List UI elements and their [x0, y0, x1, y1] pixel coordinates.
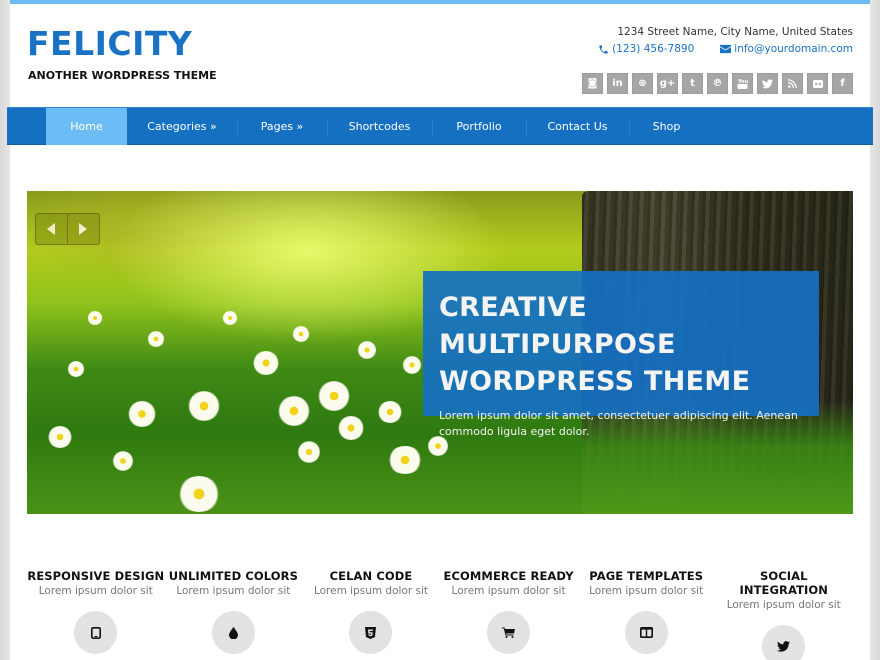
feature-title: CELAN CODE: [329, 569, 413, 583]
twitter-icon[interactable]: [757, 73, 778, 94]
feature-subtitle: Lorem ipsum dolor sit: [726, 599, 841, 611]
google-plus-icon[interactable]: g+: [657, 73, 678, 94]
slider-next-button[interactable]: [68, 214, 99, 244]
dribbble-icon[interactable]: ⊛: [632, 73, 653, 94]
envelope-icon: [720, 44, 732, 55]
feature-icon-circle[interactable]: [762, 625, 806, 660]
features-row: RESPONSIVE DESIGN Lorem ipsum dolor sit …: [27, 569, 853, 660]
feature-icon-circle[interactable]: [74, 611, 118, 654]
flickr-icon[interactable]: [807, 73, 828, 94]
hero-title-line1: CREATIVE MULTIPURPOSE: [439, 292, 676, 360]
header-address: 1234 Street Name, City Name, United Stat…: [617, 26, 853, 38]
nav-item-shop[interactable]: Shop: [629, 108, 704, 145]
tablet-icon: [90, 626, 101, 639]
hero-image-flower: [187, 391, 221, 421]
email-address: info@yourdomain.com: [734, 43, 853, 55]
youtube-icon[interactable]: You: [732, 73, 753, 94]
email-link[interactable]: info@yourdomain.com: [720, 43, 853, 55]
phone-number: (123) 456-7890: [612, 43, 695, 55]
feature-icon-circle[interactable]: [349, 611, 393, 654]
columns-icon: [639, 627, 653, 638]
hero-image-flower: [277, 396, 311, 426]
hero-image-flower: [177, 476, 221, 512]
hero-image-flower: [112, 451, 134, 471]
feature-subtitle: Lorem ipsum dolor sit: [313, 585, 429, 597]
hero-image-flower: [387, 446, 423, 474]
twitter-icon: [777, 641, 791, 652]
feature-icon-circle[interactable]: [487, 611, 531, 654]
feature-title: SOCIAL INTEGRATION: [739, 569, 829, 597]
feature-item: UNLIMITED COLORS Lorem ipsum dolor sit: [165, 569, 303, 660]
nav-item-categories[interactable]: Categories »: [127, 108, 237, 145]
page-container: FELICITY ANOTHER WORDPRESS THEME 1234 St…: [7, 0, 873, 660]
main-navigation: Home Categories » Pages » Shortcodes Por…: [7, 107, 873, 145]
hero-image-flower: [357, 341, 377, 359]
hero-slider[interactable]: CREATIVE MULTIPURPOSE WORDPRESS THEME Lo…: [27, 191, 853, 514]
feature-title: UNLIMITED COLORS: [168, 569, 298, 583]
feature-item: ECOMMERCE READY Lorem ipsum dolor sit: [440, 569, 578, 660]
nav-item-home[interactable]: Home: [46, 108, 127, 145]
hero-image-flower: [337, 416, 365, 440]
feature-subtitle: Lorem ipsum dolor sit: [176, 585, 291, 597]
rss-icon[interactable]: [782, 73, 803, 94]
feature-title: PAGE TEMPLATES: [589, 569, 704, 583]
slider-prev-button[interactable]: [36, 214, 68, 244]
cart-icon: [502, 627, 516, 638]
phone-link[interactable]: (123) 456-7890: [598, 43, 694, 55]
hero-image-flower: [402, 356, 422, 374]
feature-title: ECOMMERCE READY: [443, 569, 574, 583]
feature-subtitle: Lorem ipsum dolor sit: [451, 585, 566, 597]
phone-icon: [598, 44, 609, 55]
hero-image-flower: [47, 426, 73, 448]
hero-image-flower: [252, 351, 280, 375]
facebook-icon[interactable]: f: [832, 73, 853, 94]
nav-item-shortcodes[interactable]: Shortcodes: [327, 108, 432, 145]
hero-image-flower: [377, 401, 403, 423]
pinterest-icon[interactable]: ℗: [707, 73, 728, 94]
hero-image-flower: [127, 401, 157, 427]
feature-title: RESPONSIVE DESIGN: [27, 569, 165, 583]
feature-subtitle: Lorem ipsum dolor sit: [589, 585, 704, 597]
hero-title-line2: WORDPRESS THEME: [439, 366, 751, 397]
hero-image-flower: [297, 441, 321, 463]
site-tagline: ANOTHER WORDPRESS THEME: [28, 69, 217, 82]
tumblr-icon[interactable]: t: [682, 73, 703, 94]
hero-image-flower: [292, 326, 310, 342]
hero-image-flower: [222, 311, 238, 325]
nav-item-portfolio[interactable]: Portfolio: [432, 108, 526, 145]
slider-controls: [35, 213, 100, 245]
arrow-right-icon: [79, 223, 88, 235]
social-icons: ◙ in ⊛ g+ t ℗ You f: [582, 73, 853, 94]
hero-caption: CREATIVE MULTIPURPOSE WORDPRESS THEME Lo…: [423, 271, 819, 438]
feature-item: PAGE TEMPLATES Lorem ipsum dolor sit: [577, 569, 715, 660]
hero-image-flower: [317, 381, 351, 411]
feature-item: RESPONSIVE DESIGN Lorem ipsum dolor sit: [27, 569, 165, 660]
hero-image-flower: [87, 311, 103, 325]
feature-icon-circle[interactable]: [211, 611, 255, 654]
arrow-left-icon: [47, 223, 56, 235]
feature-icon-circle[interactable]: [624, 611, 668, 654]
linkedin-icon[interactable]: in: [607, 73, 628, 94]
hero-image-flower: [147, 331, 165, 347]
hero-image-flower: [67, 361, 85, 377]
drop-icon: [228, 626, 238, 639]
header-contact: (123) 456-7890 info@yourdomain.com: [598, 43, 853, 55]
nav-item-pages[interactable]: Pages »: [237, 108, 327, 145]
feature-item: CELAN CODE Lorem ipsum dolor sit: [302, 569, 440, 660]
html5-icon: [365, 626, 377, 639]
nav-item-contact-us[interactable]: Contact Us: [526, 108, 629, 145]
hero-text: Lorem ipsum dolor sit amet, consectetuer…: [439, 409, 798, 438]
feature-subtitle: Lorem ipsum dolor sit: [38, 585, 153, 597]
instagram-icon[interactable]: ◙: [582, 73, 603, 94]
site-logo[interactable]: FELICITY: [27, 24, 192, 63]
feature-item: SOCIAL INTEGRATION Lorem ipsum dolor sit: [715, 569, 853, 660]
